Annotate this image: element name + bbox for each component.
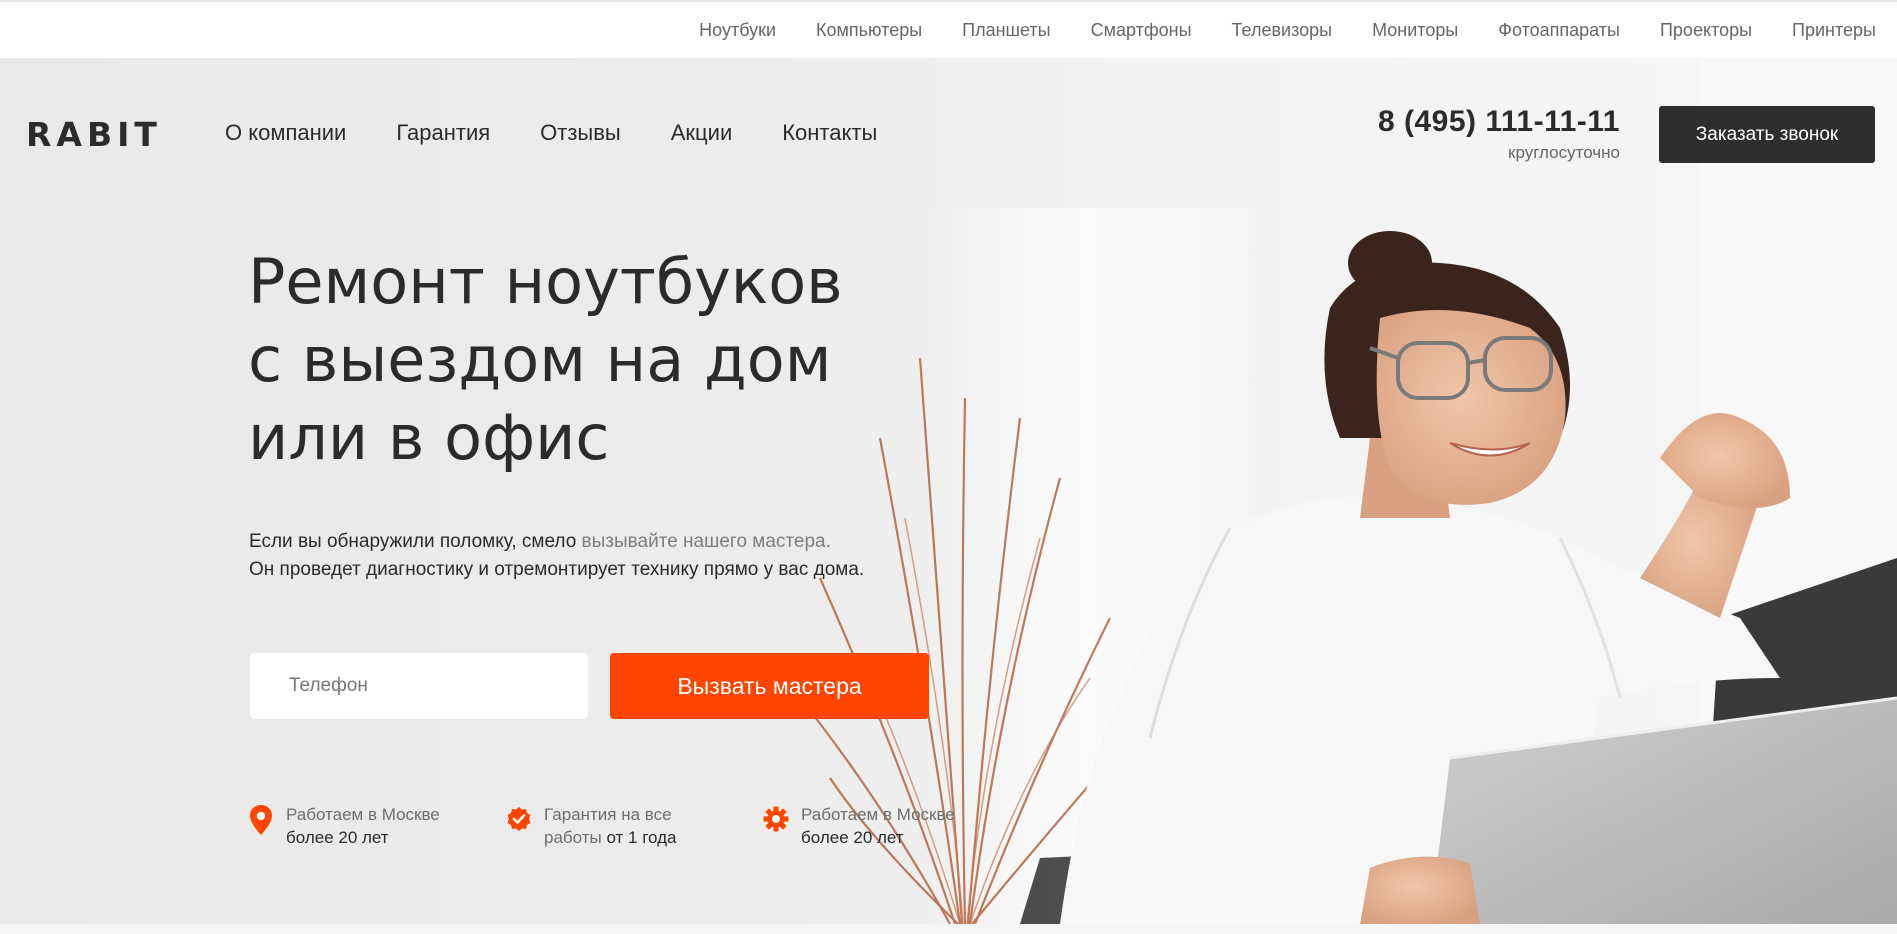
location-pin-icon [250, 805, 272, 835]
hero-lead: Если вы обнаружили поломку, смело вызыва… [249, 528, 864, 584]
headline-line: Ремонт ноутбуков [248, 245, 843, 318]
category-notebooks[interactable]: Ноутбуки [699, 20, 776, 41]
main-nav: О компании Гарантия Отзывы Акции Контакт… [225, 120, 877, 146]
feature-moscow: Работаем в Москве более 20 лет [248, 803, 440, 849]
feature-line-muted: работы [544, 828, 602, 847]
headline-line: или в офис [248, 401, 610, 474]
feature-line: Работаем в Москве [286, 805, 440, 824]
nav-warranty[interactable]: Гарантия [396, 120, 490, 146]
feature-text: Работаем в Москве более 20 лет [801, 803, 955, 849]
category-bar: Ноутбуки Компьютеры Планшеты Смартфоны Т… [0, 0, 1897, 58]
hero-headline: Ремонт ноутбуков с выездом на дом или в … [248, 243, 968, 477]
category-tvs[interactable]: Телевизоры [1232, 20, 1333, 41]
category-printers[interactable]: Принтеры [1792, 20, 1876, 41]
feature-line: работы от 1 года [544, 826, 677, 849]
gear-icon [763, 806, 789, 832]
feature-line-rest: от 1 года [601, 828, 677, 847]
nav-reviews[interactable]: Отзывы [540, 120, 621, 146]
hero-section: RABIT О компании Гарантия Отзывы Акции К… [0, 58, 1897, 924]
feature-line: Работаем в Москве [801, 805, 955, 824]
feature-warranty: Гарантия на все работы от 1 года [506, 803, 677, 849]
badge-check-icon [507, 807, 531, 831]
category-cameras[interactable]: Фотоаппараты [1498, 20, 1620, 41]
phone-block: 8 (495) 111-11-11 круглосуточно [1378, 105, 1620, 163]
site-logo[interactable]: RABIT [26, 115, 162, 154]
feature-text: Гарантия на все работы от 1 года [544, 803, 677, 849]
phone-number[interactable]: 8 (495) 111-11-11 [1378, 105, 1620, 139]
headline-line: с выездом на дом [248, 323, 832, 396]
phone-hours: круглосуточно [1508, 143, 1620, 162]
category-computers[interactable]: Компьютеры [816, 20, 922, 41]
nav-about[interactable]: О компании [225, 120, 346, 146]
category-list: Ноутбуки Компьютеры Планшеты Смартфоны Т… [699, 20, 1876, 41]
lead-link[interactable]: вызывайте нашего мастера. [582, 531, 831, 552]
callback-button[interactable]: Заказать звонок [1659, 106, 1875, 163]
feature-line: более 20 лет [801, 828, 904, 847]
category-tablets[interactable]: Планшеты [962, 20, 1050, 41]
category-projectors[interactable]: Проекторы [1660, 20, 1752, 41]
category-smartphones[interactable]: Смартфоны [1091, 20, 1192, 41]
phone-input[interactable] [250, 653, 588, 719]
nav-contacts[interactable]: Контакты [782, 120, 877, 146]
call-master-button[interactable]: Вызвать мастера [610, 653, 929, 719]
feature-text: Работаем в Москве более 20 лет [286, 803, 440, 849]
hero-photo [799, 58, 1897, 924]
lead-text: Если вы обнаружили поломку, смело [249, 531, 582, 552]
feature-experience: Работаем в Москве более 20 лет [763, 803, 955, 849]
page-bottom-strip [0, 924, 1897, 934]
lead-text: Он проведет диагностику и отремонтирует … [249, 559, 865, 580]
feature-line: Гарантия на все [544, 805, 672, 824]
nav-promotions[interactable]: Акции [671, 120, 732, 146]
category-monitors[interactable]: Мониторы [1372, 20, 1458, 41]
feature-line: более 20 лет [286, 828, 389, 847]
